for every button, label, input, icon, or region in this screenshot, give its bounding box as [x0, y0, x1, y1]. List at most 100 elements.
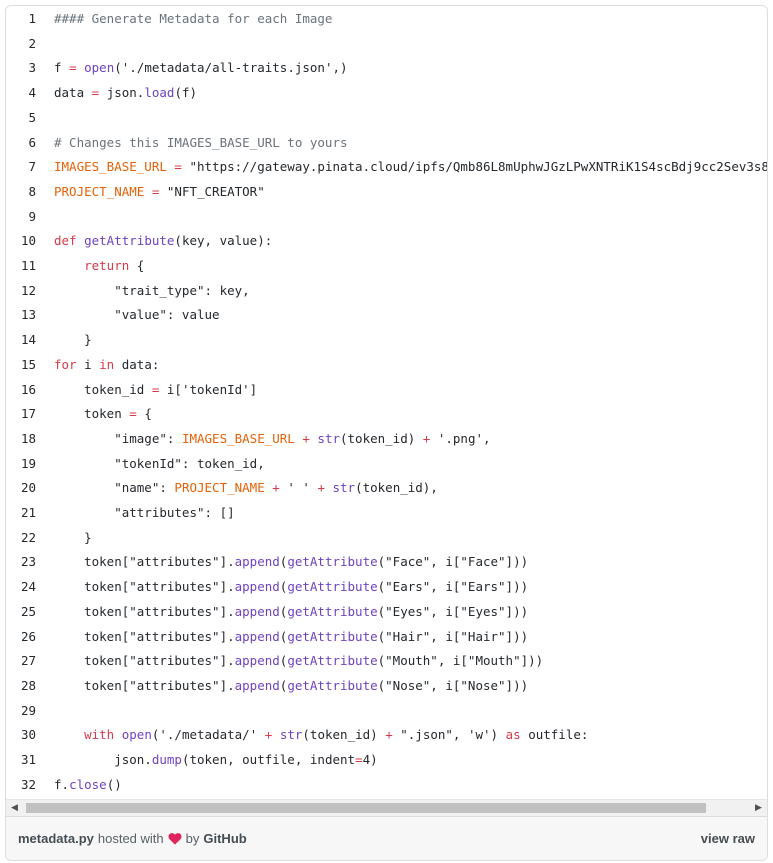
- code-token: "value": value: [54, 307, 220, 323]
- github-link[interactable]: GitHub: [203, 817, 246, 860]
- code-token: close: [69, 776, 107, 792]
- line-number[interactable]: 7: [6, 155, 36, 179]
- code-token: (token_id): [302, 727, 386, 743]
- code-token: =: [69, 60, 77, 76]
- line-number[interactable]: 21: [6, 501, 36, 525]
- line-number[interactable]: 31: [6, 748, 36, 772]
- code-token: 4): [362, 752, 378, 767]
- code-text: "image": IMAGES_BASE_URL + str(token_id)…: [54, 427, 490, 451]
- code-token: getAttribute: [84, 233, 175, 249]
- code-line: 19 "tokenId": token_id,: [6, 452, 767, 476]
- line-number[interactable]: 29: [6, 699, 36, 723]
- code-token: token["attributes"].: [54, 628, 235, 644]
- scroll-left-icon[interactable]: ◀: [6, 800, 23, 816]
- code-token: =: [355, 752, 363, 767]
- line-number[interactable]: 10: [6, 229, 36, 253]
- code-token: (): [106, 776, 122, 792]
- scrollbar-thumb[interactable]: [26, 803, 706, 813]
- line-number[interactable]: 11: [6, 254, 36, 278]
- code-token: i: [76, 356, 100, 372]
- code-line: 22 }: [6, 526, 767, 550]
- code-token: str: [332, 480, 356, 496]
- code-line: 9: [6, 205, 767, 229]
- line-number[interactable]: 20: [6, 476, 36, 500]
- code-text: }: [54, 328, 92, 352]
- code-line: 21 "attributes": []: [6, 501, 767, 525]
- code-token: "https://gateway.pinata.cloud/ipfs/Qmb86…: [181, 159, 767, 175]
- line-number[interactable]: 23: [6, 550, 36, 574]
- code-line: 1 #### Generate Metadata for each Image: [6, 7, 767, 31]
- line-number[interactable]: 15: [6, 353, 36, 377]
- line-number[interactable]: 6: [6, 131, 36, 155]
- code-view: 1 #### Generate Metadata for each Image 2 3…: [6, 6, 767, 799]
- code-line: 14 }: [6, 328, 767, 352]
- code-text: "trait_type": key,: [54, 279, 249, 303]
- code-line: 10 def getAttribute(key, value):: [6, 229, 767, 253]
- code-token: "attributes": []: [54, 505, 235, 520]
- code-line: 26 token["attributes"].append(getAttribu…: [6, 625, 767, 649]
- code-token: token["attributes"].: [54, 653, 235, 669]
- code-text: token["attributes"].append(getAttribute(…: [54, 625, 528, 649]
- code-line: 32 f.close(): [6, 773, 767, 797]
- code-line: 24 token["attributes"].append(getAttribu…: [6, 575, 767, 599]
- view-raw-link[interactable]: view raw: [701, 817, 755, 860]
- code-token: PROJECT_NAME: [54, 183, 145, 199]
- filename-link[interactable]: metadata.py: [18, 817, 94, 860]
- code-token: getAttribute: [287, 603, 378, 619]
- code-text: token["attributes"].append(getAttribute(…: [54, 674, 528, 698]
- line-number[interactable]: 5: [6, 106, 36, 130]
- code-line: 11 return {: [6, 254, 767, 278]
- line-number[interactable]: 16: [6, 378, 36, 402]
- code-token: ' ': [279, 480, 318, 496]
- code-token: append: [234, 653, 280, 669]
- code-token: (token, outfile, indent: [181, 752, 356, 767]
- line-number[interactable]: 30: [6, 723, 36, 747]
- code-line: 5: [6, 106, 767, 130]
- line-number[interactable]: 17: [6, 402, 36, 426]
- code-text: "value": value: [54, 303, 220, 327]
- code-token: token_id: [54, 381, 152, 397]
- code-token: append: [234, 579, 280, 595]
- line-number[interactable]: 27: [6, 649, 36, 673]
- line-number[interactable]: 12: [6, 279, 36, 303]
- code-token: PROJECT_NAME: [174, 480, 265, 496]
- line-number[interactable]: 3: [6, 56, 36, 80]
- code-token: with: [84, 727, 115, 743]
- line-number[interactable]: 1: [6, 7, 36, 31]
- line-number[interactable]: 18: [6, 427, 36, 451]
- code-token: ("Nose", i["Nose"])): [377, 677, 529, 693]
- line-number[interactable]: 25: [6, 600, 36, 624]
- code-line: 12 "trait_type": key,: [6, 279, 767, 303]
- scroll-right-icon[interactable]: ▶: [750, 800, 767, 816]
- code-token: token["attributes"].: [54, 603, 235, 619]
- code-token: as: [505, 727, 521, 743]
- code-token: }: [54, 332, 92, 348]
- code-token: IMAGES_BASE_URL: [54, 159, 167, 175]
- line-number[interactable]: 26: [6, 625, 36, 649]
- code-token: ("Face", i["Face"])): [377, 554, 529, 570]
- code-line: 4 data = json.load(f): [6, 81, 767, 105]
- code-text: return {: [54, 254, 144, 278]
- line-number[interactable]: 14: [6, 328, 36, 352]
- code-token: #### Generate Metadata for each Image: [54, 11, 333, 26]
- line-number[interactable]: 24: [6, 575, 36, 599]
- line-number[interactable]: 19: [6, 452, 36, 476]
- line-number[interactable]: 9: [6, 205, 36, 229]
- horizontal-scrollbar[interactable]: ◀ ▶: [6, 799, 767, 816]
- line-number[interactable]: 4: [6, 81, 36, 105]
- line-number[interactable]: 8: [6, 180, 36, 204]
- code-token: json.: [54, 752, 152, 767]
- code-token: json.: [99, 85, 145, 101]
- line-number[interactable]: 28: [6, 674, 36, 698]
- line-number[interactable]: 2: [6, 32, 36, 56]
- line-number[interactable]: 32: [6, 773, 36, 797]
- code-token: ('./metadata/': [151, 727, 265, 743]
- line-number[interactable]: 22: [6, 526, 36, 550]
- code-token: token["attributes"].: [54, 677, 235, 693]
- code-token: ('./metadata/all-traits.json',): [114, 60, 348, 76]
- by-text: by: [185, 831, 200, 846]
- line-number[interactable]: 13: [6, 303, 36, 327]
